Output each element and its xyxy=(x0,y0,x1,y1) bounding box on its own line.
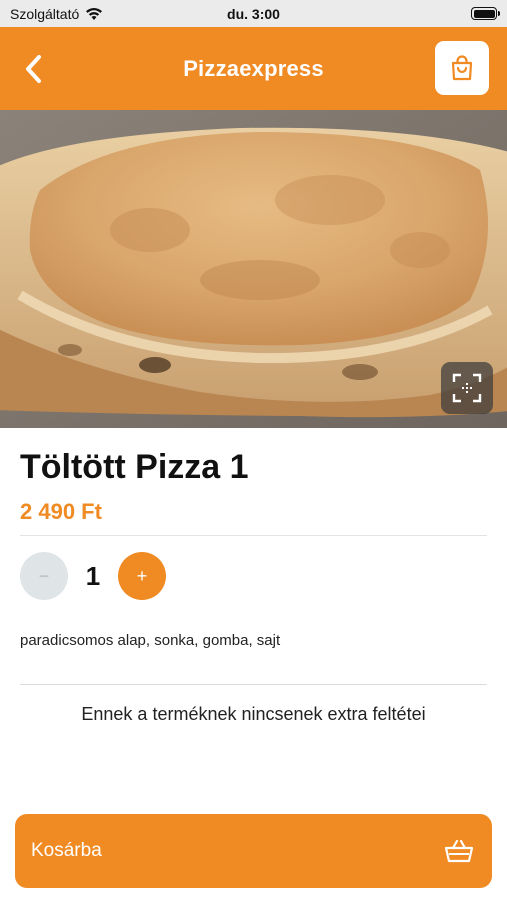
product-name: Töltött Pizza 1 xyxy=(20,448,249,486)
nav-bar: Pizzaexpress xyxy=(0,27,507,110)
extras-note: Ennek a terméknek nincsenek extra feltét… xyxy=(81,704,426,724)
quantity-value: 1 xyxy=(85,560,101,591)
status-time: du. 3:00 xyxy=(227,5,280,22)
fullscreen-icon xyxy=(452,373,482,403)
shopping-bag-icon xyxy=(451,55,473,81)
page-title: Pizzaexpress xyxy=(183,55,324,81)
back-button[interactable] xyxy=(14,49,54,89)
divider xyxy=(20,535,487,536)
increase-quantity-button[interactable]: + xyxy=(118,552,166,600)
chevron-left-icon xyxy=(26,55,41,83)
fullscreen-button[interactable] xyxy=(441,362,493,414)
decrease-quantity-button[interactable]: − xyxy=(20,552,68,600)
divider xyxy=(20,684,487,685)
battery-icon xyxy=(471,7,500,20)
product-description: paradicsomos alap, sonka, gomba, sajt xyxy=(20,632,281,649)
add-to-cart-label: Kosárba xyxy=(31,840,102,861)
product-image xyxy=(0,110,507,428)
cart-button[interactable] xyxy=(435,41,489,95)
status-bar: Szolgáltató du. 3:00 xyxy=(0,0,507,27)
product-price: 2 490 Ft xyxy=(20,499,102,524)
product-details: Töltött Pizza 1 2 490 Ft − 1 + paradicso… xyxy=(20,428,487,725)
add-to-cart-button[interactable]: Kosárba xyxy=(15,814,492,888)
quantity-stepper: − 1 + xyxy=(20,552,487,600)
basket-icon xyxy=(444,839,474,863)
